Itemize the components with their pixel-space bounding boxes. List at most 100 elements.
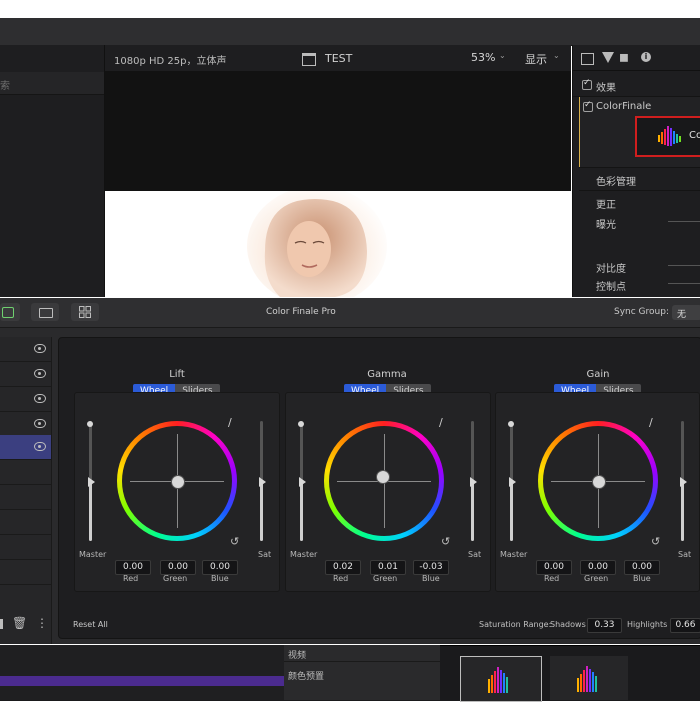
gain-master-top-handle[interactable]	[508, 421, 514, 427]
reset-all-button[interactable]: Reset All	[73, 620, 108, 629]
exposure-slider[interactable]	[668, 221, 700, 222]
display-chevron-down-icon[interactable]: ⌄	[553, 51, 560, 60]
layer-row[interactable]	[0, 412, 51, 437]
eye-icon[interactable]	[34, 419, 46, 428]
gamma-blue-label: Blue	[422, 574, 440, 583]
gain-red-value[interactable]: 0.00	[536, 560, 572, 575]
gamma-sat-label: Sat	[468, 550, 482, 559]
grid-view-button[interactable]	[71, 303, 99, 321]
gamma-sat-thumb[interactable]	[470, 477, 477, 487]
lift-sat-thumb[interactable]	[259, 477, 266, 487]
layer-row[interactable]	[0, 362, 51, 387]
lift-red-value[interactable]: 0.00	[115, 560, 151, 575]
gamma-green-label: Green	[373, 574, 398, 583]
gain-master-label: Master	[500, 550, 528, 559]
gain-master-thumb[interactable]	[509, 477, 516, 487]
gamma-red-value[interactable]: 0.02	[325, 560, 361, 575]
lift-master-label: Master	[79, 550, 107, 559]
effects-browser-categories: 视频 颜色预置	[284, 645, 440, 700]
category-video[interactable]: 视频	[288, 648, 306, 661]
eye-icon[interactable]	[34, 394, 46, 403]
info-inspector-icon[interactable]: i	[641, 52, 651, 62]
layer-row-empty	[0, 510, 51, 535]
gamma-master-label: Master	[290, 550, 318, 559]
highlights-value[interactable]: 0.66	[670, 618, 700, 633]
saturation-range-label: Saturation Range:	[479, 620, 552, 629]
layer-row-selected[interactable]	[0, 435, 51, 460]
lift-blue-value[interactable]: 0.00	[202, 560, 238, 575]
gamma-eyedropper-icon[interactable]: ∕	[439, 416, 443, 429]
layer-row[interactable]	[0, 337, 51, 362]
gain-sat-thumb[interactable]	[680, 477, 687, 487]
scopes-button[interactable]	[0, 303, 20, 321]
viewer-header: 1080p HD 25p，立体声 TEST 53% ⌄ 显示 ⌄	[105, 45, 571, 71]
panel-toolbar: Color Finale Pro Sync Group: 无	[0, 298, 700, 328]
gain-eyedropper-icon[interactable]: ∕	[649, 416, 653, 429]
add-layer-icon[interactable]	[0, 619, 3, 629]
folder-icon	[39, 308, 53, 318]
display-menu[interactable]: 显示	[525, 51, 547, 67]
colorfinale-check-icon: ✓	[584, 100, 592, 110]
viewer-format-label: 1080p HD 25p，立体声	[114, 56, 227, 67]
video-inspector-icon[interactable]	[581, 53, 594, 65]
colorfinale-thumbnail-icon	[577, 666, 597, 692]
layer-row-empty	[0, 535, 51, 560]
colorfinale-thumbnail-icon	[488, 667, 508, 693]
colorfinale-logo-text: Co	[689, 130, 700, 141]
eye-icon[interactable]	[34, 442, 46, 451]
layer-row-empty	[0, 460, 51, 485]
colorfinale-logo-button[interactable]: Co	[635, 116, 700, 157]
lift-green-value[interactable]: 0.00	[160, 560, 196, 575]
zoom-menu[interactable]: 53%	[471, 51, 495, 64]
gain-blue-value[interactable]: 0.00	[624, 560, 660, 575]
clapper-icon	[302, 53, 316, 66]
inspector-divider	[579, 190, 700, 191]
eye-icon[interactable]	[34, 369, 46, 378]
color-inspector-icon[interactable]	[602, 52, 614, 63]
sync-group-label: Sync Group:	[614, 307, 669, 317]
lift-blue-label: Blue	[211, 574, 229, 583]
gain-reset-icon[interactable]: ↺	[651, 535, 660, 548]
inspector-divider	[573, 70, 700, 71]
trash-icon[interactable]: 🗑	[12, 616, 27, 630]
lift-eyedropper-icon[interactable]: ∕	[228, 416, 232, 429]
pivot-slider[interactable]	[668, 283, 700, 284]
more-options-icon[interactable]: ⋮	[36, 616, 48, 630]
gamma-reset-icon[interactable]: ↺	[441, 535, 450, 548]
effect-thumbnail-selected[interactable]	[460, 656, 542, 702]
gamma-green-value[interactable]: 0.01	[370, 560, 406, 575]
layer-row[interactable]	[0, 387, 51, 412]
gain-red-label: Red	[544, 574, 560, 583]
timeline-clip[interactable]	[0, 676, 284, 686]
lift-reset-icon[interactable]: ↺	[230, 535, 239, 548]
pivot-label: 控制点	[596, 282, 626, 293]
lift-master-top-handle[interactable]	[87, 421, 93, 427]
contrast-label: 对比度	[596, 264, 626, 275]
zoom-chevron-down-icon[interactable]: ⌄	[499, 51, 506, 60]
gamma-blue-value[interactable]: -0.03	[413, 560, 449, 575]
shadows-label: Shadows	[550, 620, 586, 629]
folder-button[interactable]	[31, 303, 59, 321]
category-color-presets[interactable]: 颜色预置	[288, 669, 324, 682]
browser-search-field[interactable]: 索	[0, 72, 104, 95]
gain-green-value[interactable]: 0.00	[580, 560, 616, 575]
gamma-wheel-puck[interactable]	[376, 470, 390, 484]
timeline-tracks	[0, 645, 284, 700]
gain-wheel-puck[interactable]	[592, 475, 606, 489]
scopes-icon	[2, 307, 14, 318]
portrait-image	[105, 191, 571, 297]
sync-group-select[interactable]: 无	[672, 305, 700, 320]
lift-master-thumb[interactable]	[88, 477, 95, 487]
sync-group-value: 无	[677, 310, 687, 320]
lift-red-label: Red	[123, 574, 139, 583]
panel-title: Color Finale Pro	[266, 307, 336, 317]
audio-inspector-icon[interactable]: ◼	[619, 50, 629, 64]
contrast-slider[interactable]	[668, 265, 700, 266]
eye-icon[interactable]	[34, 344, 46, 353]
lift-wheel-puck[interactable]	[171, 475, 185, 489]
effect-thumbnail[interactable]	[550, 656, 628, 700]
colorfinale-effect-name: ColorFinale	[596, 101, 652, 112]
gamma-master-thumb[interactable]	[299, 477, 306, 487]
shadows-value[interactable]: 0.33	[587, 618, 622, 633]
gamma-master-top-handle[interactable]	[298, 421, 304, 427]
